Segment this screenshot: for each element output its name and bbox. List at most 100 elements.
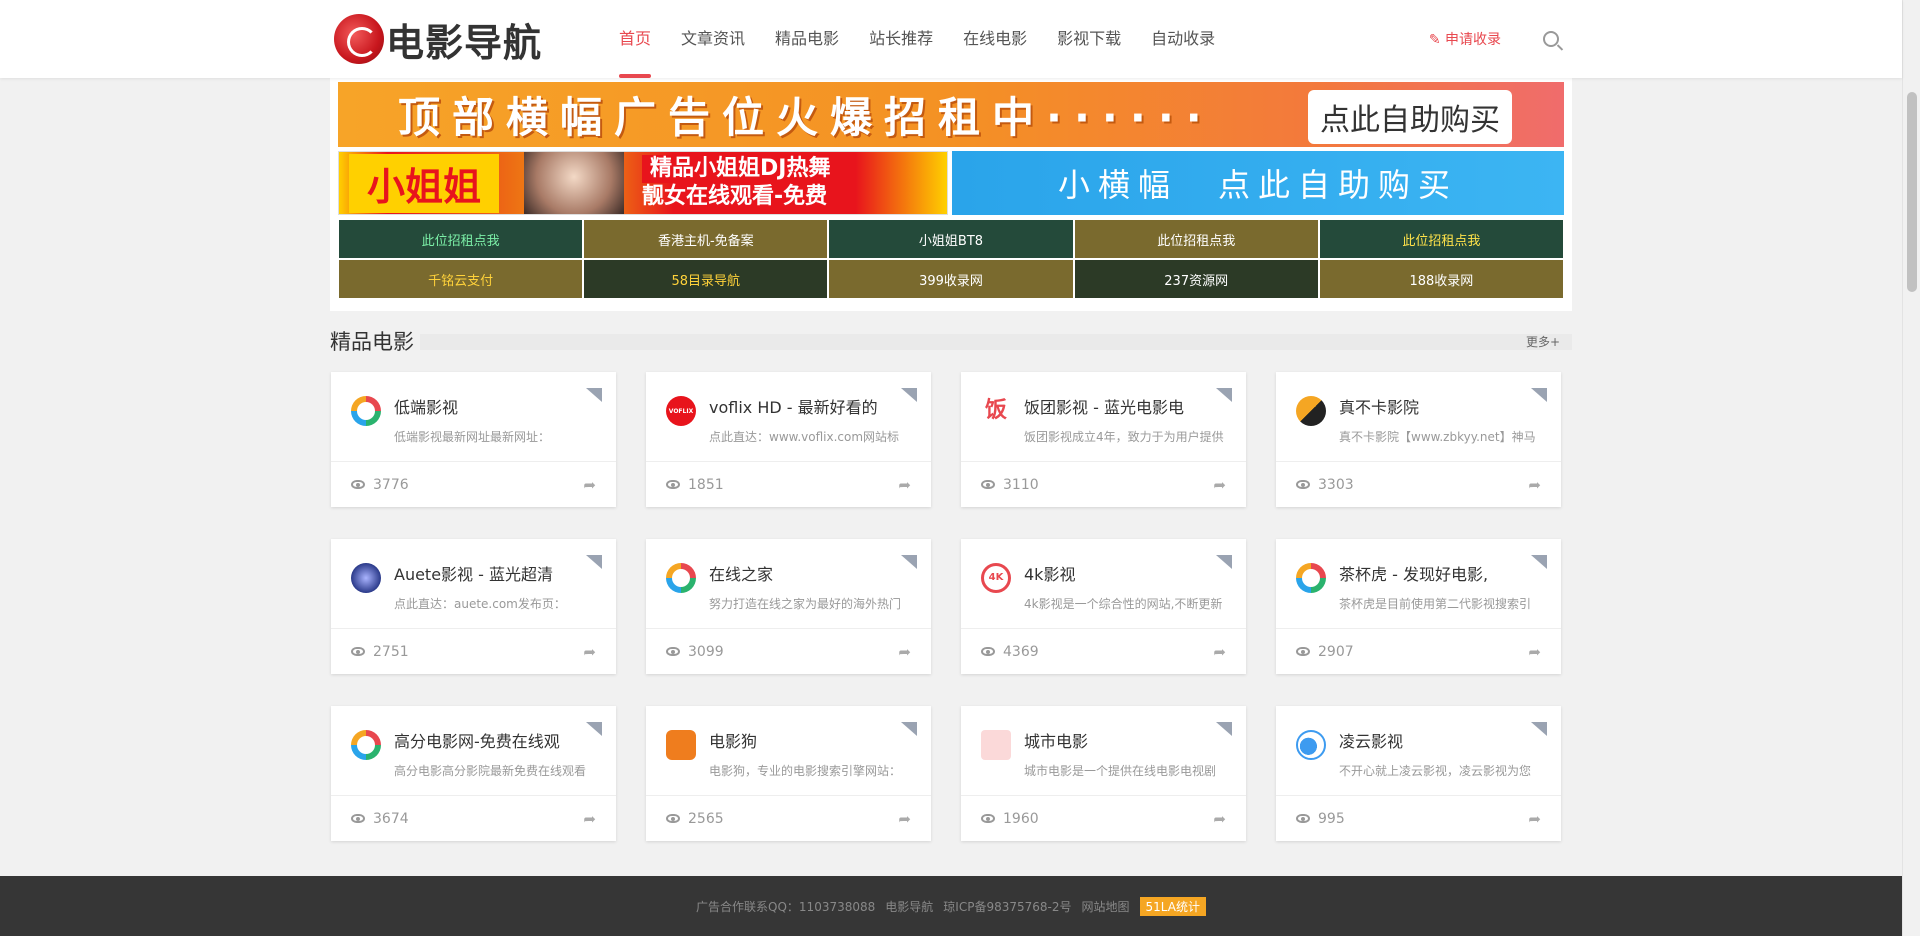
nav-item-recommended[interactable]: 站长推荐	[854, 0, 948, 78]
section-header: 精品电影 更多+	[330, 326, 1572, 356]
share-icon[interactable]: ➦	[583, 810, 596, 828]
corner-flag-icon	[901, 388, 917, 402]
card-body[interactable]: 城市电影城市电影是一个提供在线电影电视剧	[961, 706, 1246, 796]
card-body[interactable]: 电影狗 电影狗，专业的电影搜索引擎网站：	[646, 706, 931, 796]
view-count: 3303	[1318, 476, 1354, 493]
share-icon[interactable]: ➦	[898, 476, 911, 494]
card-title[interactable]: 真不卡影院	[1339, 394, 1541, 418]
top-banner-buy-button[interactable]: 点此自助购买	[1308, 90, 1512, 144]
girl-dj-banner-ad[interactable]: 小姐姐 精品小姐姐DJ热舞 靓女在线观看-免费	[338, 151, 948, 215]
site-logo[interactable]: 电影导航	[334, 12, 542, 67]
ring-icon	[351, 396, 381, 426]
card-text: 电影狗 电影狗，专业的电影搜索引擎网站：	[709, 728, 911, 795]
card-title[interactable]: 茶杯虎 - 发现好电影,	[1339, 561, 1541, 585]
site-card[interactable]: 4K 4k影视 4k影视是一个综合性的网站,不断更新 4369 ➦	[961, 539, 1246, 674]
site-card[interactable]: 高分电影网-免费在线观 高分电影高分影院最新免费在线观看 3674 ➦	[331, 706, 616, 841]
site-card[interactable]: 茶杯虎 - 发现好电影, 茶杯虎是目前使用第二代影视搜索引 2907 ➦	[1276, 539, 1561, 674]
card-title[interactable]: 在线之家	[709, 561, 911, 585]
apply-include-link[interactable]: ✎ 申请收录	[1429, 29, 1501, 49]
text-link-ad[interactable]: 399收录网	[828, 259, 1074, 299]
share-icon[interactable]: ➦	[1213, 810, 1226, 828]
voflix-icon: VOFLIX	[666, 396, 696, 426]
share-icon[interactable]: ➦	[583, 643, 596, 661]
text-link-ad[interactable]: 此位招租点我	[1073, 219, 1319, 259]
scrollbar-thumb[interactable]	[1907, 92, 1917, 292]
card-description: 低端影视最新网址最新网址：	[394, 430, 551, 444]
footer-icp-link[interactable]: 琼ICP备98375768-2号	[943, 898, 1071, 915]
card-title[interactable]: 饭团影视 - 蓝光电影电	[1024, 394, 1226, 418]
card-body[interactable]: 凌云影视 不开心就上凌云影视，凌云影视为您	[1276, 706, 1561, 796]
card-body[interactable]: 低端影视低端影视最新网址最新网址：	[331, 372, 616, 462]
text-link-ad[interactable]: 此位招租点我	[1318, 219, 1564, 259]
card-title[interactable]: voflix HD - 最新好看的	[709, 394, 911, 418]
card-text: 饭团影视 - 蓝光电影电 饭团影视成立4年，致力于为用户提供	[1024, 394, 1226, 461]
text-link-ad[interactable]: 58目录导航	[583, 259, 829, 299]
site-card[interactable]: Auete影视 - 蓝光超清 点此直达：auete.com发布页： 2751 ➦	[331, 539, 616, 674]
card-title[interactable]: 城市电影	[1024, 728, 1226, 752]
site-card[interactable]: 在线之家 努力打造在线之家为最好的海外热门 3099 ➦	[646, 539, 931, 674]
share-icon[interactable]: ➦	[898, 810, 911, 828]
card-title[interactable]: 高分电影网-免费在线观	[394, 728, 596, 752]
card-title[interactable]: 电影狗	[709, 728, 911, 752]
card-footer: 3303 ➦	[1276, 462, 1561, 507]
page-scrollbar[interactable]	[1902, 0, 1920, 936]
card-description: 城市电影是一个提供在线电影电视剧	[1024, 764, 1217, 778]
card-title[interactable]: 凌云影视	[1339, 728, 1541, 752]
share-icon[interactable]: ➦	[1528, 643, 1541, 661]
view-count: 1960	[1003, 810, 1039, 827]
text-link-ad[interactable]: 188收录网	[1318, 259, 1564, 299]
nav-item-downloads[interactable]: 影视下载	[1042, 0, 1136, 78]
nav-item-featured-movies[interactable]: 精品电影	[760, 0, 854, 78]
share-icon[interactable]: ➦	[583, 476, 596, 494]
ring-icon	[666, 563, 696, 593]
card-body[interactable]: 饭饭团影视 - 蓝光电影电 饭团影视成立4年，致力于为用户提供	[961, 372, 1246, 462]
card-footer: 3674 ➦	[331, 796, 616, 841]
nav-item-home[interactable]: 首页	[604, 0, 666, 78]
card-body[interactable]: 4K 4k影视 4k影视是一个综合性的网站,不断更新	[961, 539, 1246, 629]
card-body[interactable]: 茶杯虎 - 发现好电影, 茶杯虎是目前使用第二代影视搜索引	[1276, 539, 1561, 629]
corner-flag-icon	[901, 555, 917, 569]
share-icon[interactable]: ➦	[898, 643, 911, 661]
footer-sitemap-link[interactable]: 网站地图	[1082, 898, 1130, 915]
text-link-ad[interactable]: 千铭云支付	[338, 259, 584, 299]
search-icon[interactable]	[1543, 31, 1559, 47]
card-title[interactable]: 低端影视	[394, 394, 596, 418]
card-footer: 3110 ➦	[961, 462, 1246, 507]
share-icon[interactable]: ➦	[1528, 810, 1541, 828]
card-body[interactable]: Auete影视 - 蓝光超清 点此直达：auete.com发布页：	[331, 539, 616, 629]
nav-item-articles[interactable]: 文章资讯	[666, 0, 760, 78]
card-body[interactable]: VOFLIX voflix HD - 最新好看的 点此直达：www.voflix.c…	[646, 372, 931, 462]
site-card[interactable]: 真不卡影院 真不卡影院【www.zbkyy.net】神马 3303 ➦	[1276, 372, 1561, 507]
card-footer: 3776 ➦	[331, 462, 616, 507]
text-link-ad[interactable]: 237资源网	[1073, 259, 1319, 299]
card-title[interactable]: 4k影视	[1024, 561, 1226, 585]
footer-home-link[interactable]: 电影导航	[885, 898, 933, 915]
site-card[interactable]: 饭饭团影视 - 蓝光电影电 饭团影视成立4年，致力于为用户提供 3110 ➦	[961, 372, 1246, 507]
eye-icon	[351, 814, 365, 823]
share-icon[interactable]: ➦	[1528, 476, 1541, 494]
nav-item-auto-include[interactable]: 自动收录	[1136, 0, 1230, 78]
text-link-ad[interactable]: 小姐姐BT8	[828, 219, 1074, 259]
share-icon[interactable]: ➦	[1213, 476, 1226, 494]
stats-badge[interactable]: 51LA统计	[1139, 896, 1206, 916]
share-icon[interactable]: ➦	[1213, 643, 1226, 661]
site-card[interactable]: 低端影视 低端影视最新网址最新网址： 3776 ➦	[331, 372, 616, 507]
site-card[interactable]: 凌云影视 不开心就上凌云影视，凌云影视为您 995 ➦	[1276, 706, 1561, 841]
card-title[interactable]: Auete影视 - 蓝光超清	[394, 561, 596, 585]
card-text: voflix HD - 最新好看的 点此直达：www.voflix.com网站标	[709, 394, 911, 461]
site-card[interactable]: VOFLIX voflix HD - 最新好看的 点此直达：www.voflix.c…	[646, 372, 931, 507]
top-banner-ad[interactable]: 顶部横幅广告位火爆招租中······ 点此自助购买	[338, 82, 1564, 147]
card-body[interactable]: 高分电影网-免费在线观高分电影高分影院最新免费在线观看	[331, 706, 616, 796]
card-footer: 995 ➦	[1276, 796, 1561, 841]
text-link-ad[interactable]: 香港主机-免备案	[583, 219, 829, 259]
card-body[interactable]: 在线之家 努力打造在线之家为最好的海外热门	[646, 539, 931, 629]
small-banner-ad[interactable]: 小横幅 点此自助购买	[952, 151, 1564, 215]
site-card[interactable]: 电影狗 电影狗，专业的电影搜索引擎网站： 2565 ➦	[646, 706, 931, 841]
text-link-ad[interactable]: 此位招租点我	[338, 219, 584, 259]
card-body[interactable]: 真不卡影院 真不卡影院【www.zbkyy.net】神马	[1276, 372, 1561, 462]
card-description: 高分电影高分影院最新免费在线观看	[394, 764, 587, 778]
nav-item-online-movies[interactable]: 在线电影	[948, 0, 1042, 78]
girl-banner-line-2: 靓女在线观看-免费	[642, 184, 828, 209]
more-link[interactable]: 更多+	[1526, 333, 1560, 350]
site-card[interactable]: 城市电影城市电影是一个提供在线电影电视剧 1960 ➦	[961, 706, 1246, 841]
